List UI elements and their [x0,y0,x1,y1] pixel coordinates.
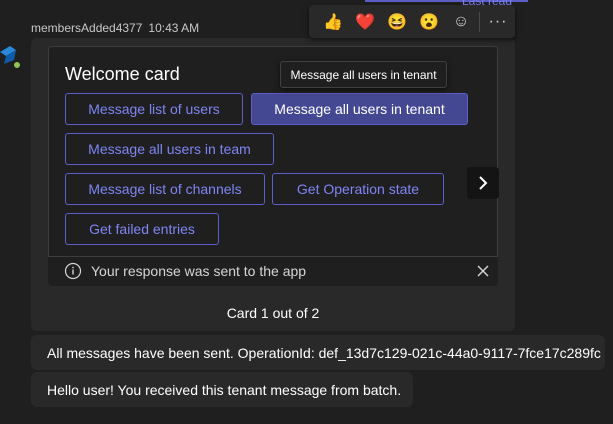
message-text: Hello user! You received this tenant mes… [47,381,402,398]
message-list-of-users-button[interactable]: Message list of users [65,93,243,125]
message-list-of-channels-button[interactable]: Message list of channels [65,173,265,205]
thumbs-up-icon[interactable]: 👍 [317,6,349,38]
info-icon [64,262,82,280]
presence-available-icon [12,60,22,70]
message-all-users-in-tenant-button[interactable]: Message all users in tenant [251,93,468,125]
laugh-icon[interactable]: 😆 [381,6,413,38]
reaction-bar: 👍 ❤️ 😆 😮 ☺ ··· [309,5,515,38]
add-reaction-icon[interactable]: ☺ [445,6,477,38]
message-header: membersAdded4377 10:43 AM [31,21,199,35]
message-text: All messages have been sent. OperationId… [47,344,601,361]
get-operation-state-button[interactable]: Get Operation state [272,173,444,205]
message-all-users-in-team-button[interactable]: Message all users in team [65,133,274,165]
more-options-icon[interactable]: ··· [486,13,510,31]
reaction-divider [479,11,480,32]
button-tooltip: Message all users in tenant [280,61,447,88]
heart-icon[interactable]: ❤️ [349,6,381,38]
card-title: Welcome card [65,64,180,84]
message-bubble-operation: All messages have been sent. OperationId… [31,335,605,370]
chevron-right-icon [479,176,488,190]
next-card-button[interactable] [467,167,499,199]
response-status-text: Your response was sent to the app [91,263,307,279]
sender-name[interactable]: membersAdded4377 [31,21,142,35]
close-icon[interactable] [475,263,491,279]
message-time: 10:43 AM [148,21,200,35]
surprised-icon[interactable]: 😮 [413,6,445,38]
message-bubble-hello: Hello user! You received this tenant mes… [31,372,413,407]
card-counter: Card 1 out of 2 [226,305,320,321]
get-failed-entries-button[interactable]: Get failed entries [65,213,219,245]
